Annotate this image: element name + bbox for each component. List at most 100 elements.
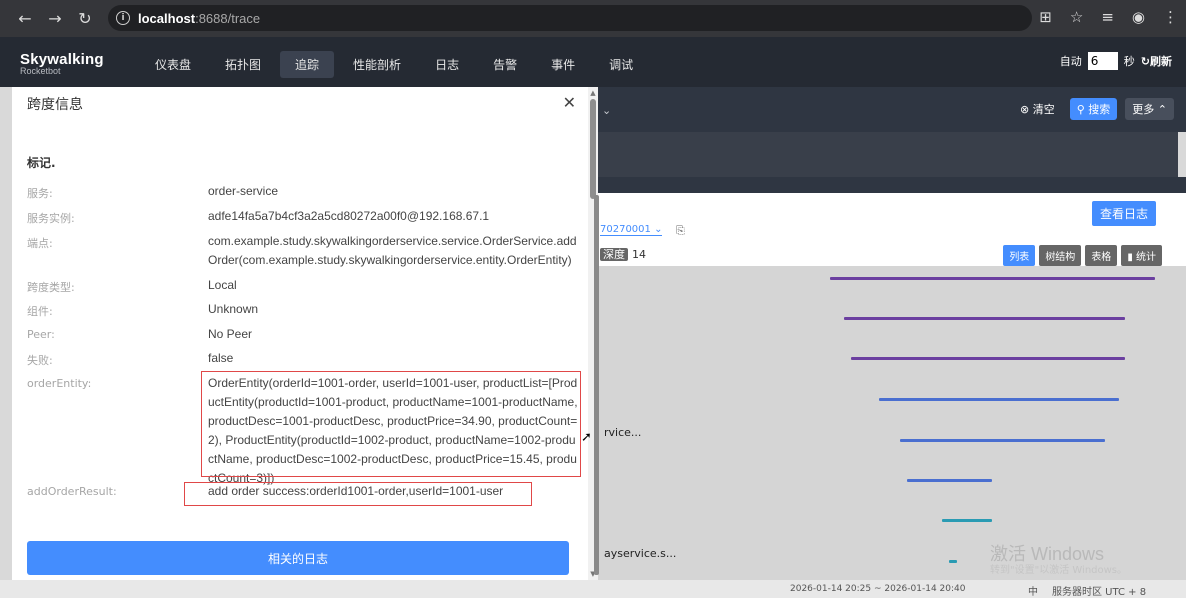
span-type-value: Local <box>208 278 237 292</box>
chevron-down-icon: ⌄ <box>654 224 663 235</box>
span-bar[interactable] <box>844 317 1125 320</box>
depth-badge: 深度 <box>600 248 628 261</box>
peer-label: Peer: <box>27 328 55 341</box>
url-host: localhost <box>138 10 196 26</box>
chevron-up-icon: ⌃ <box>1157 103 1167 116</box>
component-value: Unknown <box>208 302 259 316</box>
span-endpoint-text: ayservice.s... <box>604 547 677 560</box>
service-label: 服务: <box>27 187 53 200</box>
span-bar[interactable] <box>900 439 1105 442</box>
span-bar[interactable] <box>879 398 1119 401</box>
component-label: 组件: <box>27 305 53 318</box>
auto-refresh-label[interactable]: 自动 <box>1060 53 1082 69</box>
depth-value: 14 <box>632 248 646 261</box>
app-header: Skywalking Rocketbot 仪表盘 拓扑图 追踪 性能剖析 日志 … <box>0 37 1186 87</box>
span-type-label: 跨度类型: <box>27 281 75 294</box>
time-range[interactable]: 2026-01-14 20:25 ~ 2026-01-14 20:40 <box>790 584 965 594</box>
more-button[interactable]: 更多 ⌃ <box>1125 98 1174 120</box>
nav-topology[interactable]: 拓扑图 <box>210 51 276 78</box>
related-logs-button[interactable]: 相关的日志 <box>27 541 569 575</box>
endpoint-value: com.example.study.skywalkingorderservice… <box>208 234 577 267</box>
reload-icon[interactable]: ↻ <box>70 9 100 28</box>
trace-span-list: rvice... ayservice.s... <box>598 266 1186 580</box>
main-nav: 仪表盘 拓扑图 追踪 性能剖析 日志 告警 事件 调试 <box>140 51 652 78</box>
trace-filter-panel <box>598 132 1178 177</box>
view-log-button[interactable]: 查看日志 <box>1091 201 1156 226</box>
more-label: 更多 <box>1132 103 1155 116</box>
profile-icon[interactable]: ◉ <box>1132 8 1145 26</box>
trace-filter-footer <box>598 177 1186 193</box>
copy-icon[interactable]: ⎘ <box>676 224 685 238</box>
tab-statistics[interactable]: ▮ 统计 <box>1121 245 1162 266</box>
auto-refresh-interval-input[interactable] <box>1087 52 1118 70</box>
order-entity-label: orderEntity: <box>27 377 92 390</box>
search-icon: ⚲ <box>1076 103 1089 116</box>
service-value: order-service <box>208 184 279 198</box>
view-tabs: 列表 树结构 表格 ▮ 统计 <box>1003 245 1162 266</box>
endpoint-label: 端点: <box>27 237 53 250</box>
tags-section-title: 标记. <box>27 156 56 170</box>
nav-alarm[interactable]: 告警 <box>478 51 532 78</box>
nav-trace[interactable]: 追踪 <box>280 51 335 78</box>
tab-statistics-label: 统计 <box>1136 252 1156 263</box>
nav-profile[interactable]: 性能剖析 <box>338 51 416 78</box>
span-bar[interactable] <box>942 519 992 522</box>
clear-icon: ⊗ <box>1020 103 1033 116</box>
address-bar[interactable]: i localhost:8688/trace <box>108 5 1032 31</box>
add-order-result-label: addOrderResult: <box>27 485 117 498</box>
browser-toolbar: ← → ↻ i localhost:8688/trace ⊞ ☆ ≡ ◉ ⋮ <box>0 0 1186 37</box>
search-label: 搜索 <box>1088 103 1111 116</box>
seconds-label: 秒 <box>1123 55 1135 68</box>
drawer-title: 跨度信息 <box>27 97 83 113</box>
is-error-label: 失败: <box>27 354 53 367</box>
span-bar[interactable] <box>949 560 957 563</box>
timezone-label: 服务器时区 UTC + 8 <box>1052 587 1147 598</box>
clear-button[interactable]: ⊗ 清空 <box>1013 98 1062 120</box>
menu-icon[interactable]: ⋮ <box>1163 8 1178 26</box>
nav-event[interactable]: 事件 <box>536 51 590 78</box>
clear-label: 清空 <box>1032 103 1055 116</box>
tab-table[interactable]: 表格 <box>1085 245 1118 266</box>
refresh-label: 刷新 <box>1150 55 1172 68</box>
scroll-thumb[interactable] <box>590 99 596 199</box>
peer-value: No Peer <box>208 327 253 341</box>
search-button[interactable]: ⚲ 搜索 <box>1069 98 1118 120</box>
trace-id-text: 70270001 <box>600 224 651 235</box>
highlight-box <box>201 371 581 477</box>
nav-debug[interactable]: 调试 <box>594 51 648 78</box>
close-icon[interactable]: ✕ <box>563 93 576 112</box>
site-info-icon[interactable]: i <box>116 11 130 25</box>
tab-list[interactable]: 列表 <box>1003 245 1036 266</box>
url-path: :8688/trace <box>195 10 261 26</box>
highlight-box <box>184 482 532 506</box>
refresh-button[interactable]: ↻刷新 <box>1141 53 1172 69</box>
mouse-cursor-icon: ➚ <box>581 430 592 445</box>
media-icon[interactable]: ≡ <box>1101 8 1114 26</box>
language-toggle[interactable]: 中 <box>1028 583 1038 598</box>
nav-log[interactable]: 日志 <box>420 51 474 78</box>
back-icon[interactable]: ← <box>10 9 40 28</box>
forward-icon[interactable]: → <box>40 9 70 28</box>
page-scrollbar-thumb[interactable] <box>594 195 599 575</box>
depth-row: 深度 14 <box>600 246 646 262</box>
span-bar[interactable] <box>851 357 1125 360</box>
tab-tree[interactable]: 树结构 <box>1039 245 1082 266</box>
service-instance-value: adfe14fa5a7b4cf3a2a5cd80272a00f0@192.168… <box>208 209 490 223</box>
logo[interactable]: Skywalking Rocketbot <box>20 51 104 76</box>
bar-chart-icon: ▮ <box>1127 252 1136 263</box>
span-endpoint-text: rvice... <box>604 426 642 439</box>
scroll-up-icon[interactable]: ▲ <box>588 89 598 97</box>
translate-icon[interactable]: ⊞ <box>1039 8 1052 26</box>
span-info-drawer: 跨度信息 ✕ 标记. 服务: order-service 服务实例: adfe1… <box>12 87 588 580</box>
footer: 2026-01-14 20:25 ~ 2026-01-14 20:40 中 服务… <box>0 580 1186 598</box>
span-bar[interactable] <box>830 277 1155 280</box>
span-bar[interactable] <box>907 479 992 482</box>
windows-activation-hint: 转到"设置"以激活 Windows。 <box>990 565 1128 576</box>
chevron-down-icon[interactable]: ⌄ <box>602 104 611 117</box>
refresh-icon: ↻ <box>1140 55 1150 68</box>
trace-id-select[interactable]: 70270001 ⌄ <box>600 224 663 236</box>
bookmark-star-icon[interactable]: ☆ <box>1070 8 1083 26</box>
service-instance-label: 服务实例: <box>27 212 75 225</box>
is-error-value: false <box>208 351 234 365</box>
nav-dashboard[interactable]: 仪表盘 <box>140 51 206 78</box>
